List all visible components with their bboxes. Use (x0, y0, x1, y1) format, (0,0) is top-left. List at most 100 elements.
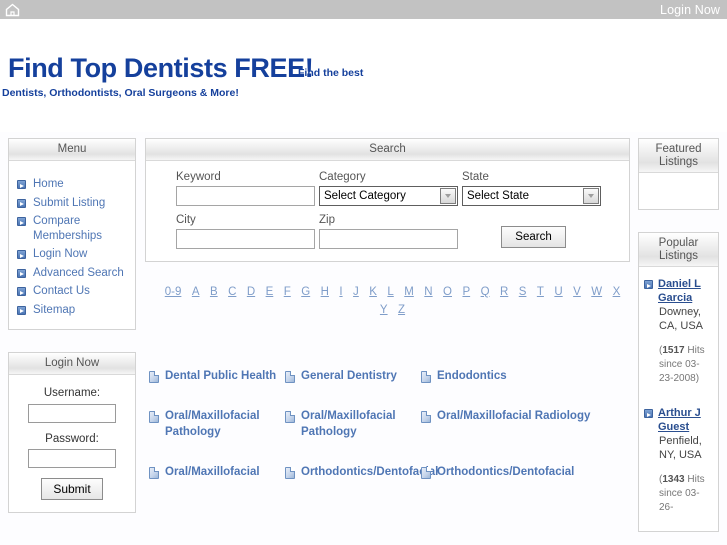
featured-listings-body (639, 173, 718, 209)
category-select[interactable]: Select Category (319, 186, 458, 206)
search-button[interactable]: Search (501, 226, 566, 248)
menu-list: Home Submit Listing Compare Memberships … (9, 161, 135, 329)
alpha-link-g[interactable]: G (301, 286, 310, 298)
category-item[interactable]: Oral/Maxillofacial Radiology (421, 408, 596, 440)
menu-panel-header: Menu (9, 139, 135, 161)
top-bar: Login Now (0, 0, 727, 19)
listing-name-link[interactable]: Arthur J Guest (658, 406, 713, 434)
alpha-link-x[interactable]: X (613, 286, 621, 298)
state-select[interactable]: Select State (462, 186, 601, 206)
category-label: Dental Public Health (165, 370, 277, 382)
alpha-link-i[interactable]: I (339, 286, 342, 298)
left-sidebar: Menu Home Submit Listing Compare Members… (8, 138, 136, 513)
login-panel: Login Now Username: Password: Submit (8, 352, 136, 513)
alpha-link-t[interactable]: T (537, 286, 544, 298)
listing-location: Penfield, NY, USA (659, 435, 702, 461)
category-item[interactable]: Endodontics (421, 368, 596, 384)
arrow-bullet-icon (17, 250, 26, 259)
sidebar-item-sitemap[interactable]: Sitemap (9, 301, 135, 320)
category-item[interactable]: Oral/Maxillofacial (149, 464, 285, 480)
alpha-link-a[interactable]: A (192, 286, 200, 298)
alpha-link-m[interactable]: M (404, 286, 414, 298)
sidebar-item-compare-memberships[interactable]: Compare Memberships (9, 212, 135, 245)
search-button-cell: Search (462, 214, 605, 249)
alpha-link-j[interactable]: J (353, 286, 359, 298)
alpha-link-l[interactable]: L (387, 286, 393, 298)
category-item[interactable]: Orthodontics/Dentofacial (285, 464, 438, 480)
arrow-bullet-icon (644, 409, 653, 418)
keyword-input[interactable] (176, 186, 315, 206)
home-icon[interactable] (5, 3, 20, 17)
category-label: Orthodontics/Dentofacial (437, 466, 575, 478)
main-content: Search Keyword Category Select Category (145, 138, 630, 504)
listing-hits: (1517 Hits since 03-23-2008) (659, 344, 713, 386)
zip-input[interactable] (319, 229, 458, 249)
arrow-bullet-icon (17, 217, 26, 226)
password-field[interactable] (28, 449, 116, 468)
featured-header-line1: Featured (655, 143, 702, 155)
alpha-link-u[interactable]: U (554, 286, 562, 298)
arrow-bullet-icon (17, 287, 26, 296)
list-item: Arthur J Guest Penfield, NY, USA (1343 H… (644, 406, 713, 515)
state-label: State (462, 171, 489, 183)
city-label: City (176, 214, 196, 226)
listing-location: Downey, CA, USA (659, 306, 704, 332)
document-icon (149, 411, 159, 423)
sidebar-item-home[interactable]: Home (9, 175, 135, 194)
sidebar-item-submit-listing[interactable]: Submit Listing (9, 194, 135, 213)
hits-count: 1343 (662, 474, 685, 485)
chevron-down-icon[interactable] (583, 188, 599, 204)
submit-button[interactable]: Submit (41, 478, 103, 500)
sidebar-item-label: Contact Us (33, 285, 90, 297)
username-label: Username: (43, 387, 101, 399)
category-item[interactable]: Oral/Maxillofacial Pathology (285, 408, 421, 440)
alpha-link-o[interactable]: O (443, 286, 452, 298)
alpha-link-n[interactable]: N (424, 286, 432, 298)
search-row-2: City Zip Search (176, 214, 615, 249)
menu-panel: Menu Home Submit Listing Compare Members… (8, 138, 136, 330)
popular-header-line2: Listings (659, 250, 698, 262)
alpha-link-c[interactable]: C (228, 286, 236, 298)
username-field[interactable] (28, 403, 116, 423)
category-item[interactable]: Orthodontics/Dentofacial (421, 464, 596, 480)
listing-name-link[interactable]: Daniel L Garcia (658, 277, 713, 305)
category-item[interactable]: Oral/Maxillofacial Pathology (149, 408, 285, 440)
page-title: Find Top Dentists FREE! (8, 53, 314, 83)
alpha-link-h[interactable]: H (321, 286, 329, 298)
document-icon (421, 371, 431, 383)
alpha-link-w[interactable]: W (591, 286, 602, 298)
alpha-link-0-9[interactable]: 0-9 (165, 286, 182, 298)
category-label: Category (319, 171, 366, 183)
sidebar-item-advanced-search[interactable]: Advanced Search (9, 264, 135, 283)
arrow-bullet-icon (644, 280, 653, 289)
listing-header[interactable]: Daniel L Garcia (644, 277, 713, 305)
alpha-link-b[interactable]: B (210, 286, 218, 298)
search-row-1: Keyword Category Select Category State S… (176, 171, 615, 206)
alpha-link-z[interactable]: Z (398, 304, 405, 316)
topbar-login-link[interactable]: Login Now (660, 3, 720, 17)
alpha-link-d[interactable]: D (247, 286, 255, 298)
zip-cell: Zip (319, 214, 462, 249)
category-label: Oral/Maxillofacial Radiology (437, 410, 591, 422)
keyword-label: Keyword (176, 171, 221, 183)
alpha-link-e[interactable]: E (266, 286, 274, 298)
category-item[interactable]: Dental Public Health (149, 368, 285, 384)
alpha-link-s[interactable]: S (519, 286, 527, 298)
alpha-link-f[interactable]: F (284, 286, 291, 298)
listing-hits: (1343 Hits since 03-26- (659, 473, 713, 515)
alpha-link-r[interactable]: R (500, 286, 508, 298)
chevron-down-icon[interactable] (440, 188, 456, 204)
alpha-link-q[interactable]: Q (481, 286, 490, 298)
sidebar-item-label: Login Now (33, 248, 88, 260)
alpha-link-p[interactable]: P (462, 286, 470, 298)
sidebar-item-contact-us[interactable]: Contact Us (9, 282, 135, 301)
city-input[interactable] (176, 229, 315, 249)
category-item[interactable]: General Dentistry (285, 368, 421, 384)
alpha-link-k[interactable]: K (369, 286, 377, 298)
alpha-link-y[interactable]: Y (380, 304, 388, 316)
sidebar-item-label: Home (33, 178, 64, 190)
alpha-link-v[interactable]: V (573, 286, 581, 298)
listing-header[interactable]: Arthur J Guest (644, 406, 713, 434)
sidebar-item-login-now[interactable]: Login Now (9, 245, 135, 264)
sidebar-item-label: Sitemap (33, 303, 76, 316)
